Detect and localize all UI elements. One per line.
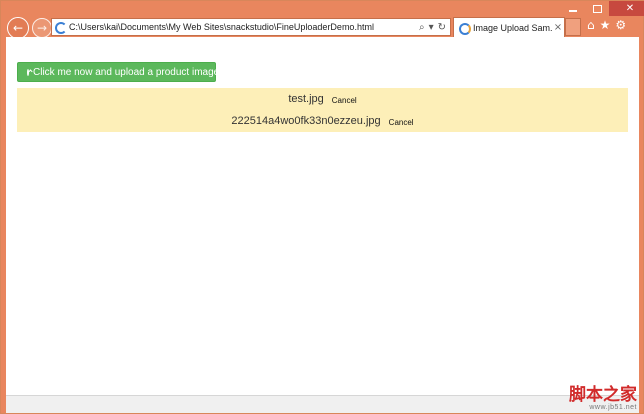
maximize-icon — [592, 4, 602, 13]
tab-image-upload[interactable]: Image Upload Sam... × — [453, 17, 565, 37]
watermark-logo-text: 脚本之家 — [569, 385, 637, 405]
cancel-upload-link[interactable]: Cancel — [389, 118, 414, 127]
back-button[interactable]: ← — [7, 17, 29, 39]
ie-page-icon — [54, 21, 67, 34]
address-url[interactable]: C:\Users\kai\Documents\My Web Sites\snac… — [69, 22, 419, 32]
file-list-item: test.jpg Cancel — [17, 88, 628, 110]
forward-arrow-icon: → — [36, 21, 48, 35]
upload-arrow-circle-icon — [27, 68, 29, 76]
favorites-icon[interactable]: ★ — [600, 18, 611, 32]
new-tab-button[interactable] — [565, 18, 581, 36]
browser-window: ✕ ← → C:\Users\kai\Documents\My Web Site… — [0, 0, 644, 414]
file-name: test.jpg — [288, 93, 324, 105]
minimize-button[interactable] — [561, 1, 585, 16]
site-watermark: 脚本之家 www.jb51.net — [569, 385, 637, 412]
upload-button-label: Click me now and upload a product image — [33, 66, 220, 78]
page-viewport: Click me now and upload a product image … — [6, 37, 639, 395]
refresh-icon[interactable]: ↻ — [438, 22, 446, 33]
ie-tab-icon — [458, 22, 471, 35]
file-list-item: 222514a4wo0fk33n0ezzeu.jpg Cancel — [17, 110, 628, 132]
maximize-button[interactable] — [585, 1, 609, 16]
back-arrow-icon: ← — [12, 21, 24, 35]
address-bar[interactable]: C:\Users\kai\Documents\My Web Sites\snac… — [51, 18, 451, 36]
forward-button[interactable]: → — [32, 18, 52, 38]
search-icon[interactable]: ⌕ — [419, 22, 425, 33]
watermark-url: www.jb51.net — [589, 404, 637, 411]
upload-file-list: test.jpg Cancel 222514a4wo0fk33n0ezzeu.j… — [17, 88, 628, 132]
cancel-upload-link[interactable]: Cancel — [332, 96, 357, 105]
status-bar — [6, 395, 639, 413]
upload-product-image-button[interactable]: Click me now and upload a product image — [17, 62, 220, 82]
settings-gear-icon[interactable]: ⚙ — [615, 18, 626, 32]
tab-title: Image Upload Sam... — [473, 22, 552, 33]
close-icon: ✕ — [625, 3, 635, 14]
file-name: 222514a4wo0fk33n0ezzeu.jpg — [231, 115, 381, 127]
browser-right-tools: ⌂ ★ ⚙ — [587, 18, 626, 32]
minimize-icon — [569, 9, 577, 12]
tab-close-icon[interactable]: × — [552, 22, 564, 33]
home-icon[interactable]: ⌂ — [587, 18, 595, 32]
address-tools: ⌕ ▾ ↻ — [419, 22, 450, 33]
window-controls: ✕ — [561, 1, 644, 16]
close-window-button[interactable]: ✕ — [609, 1, 644, 16]
dropdown-icon[interactable]: ▾ — [429, 22, 434, 33]
